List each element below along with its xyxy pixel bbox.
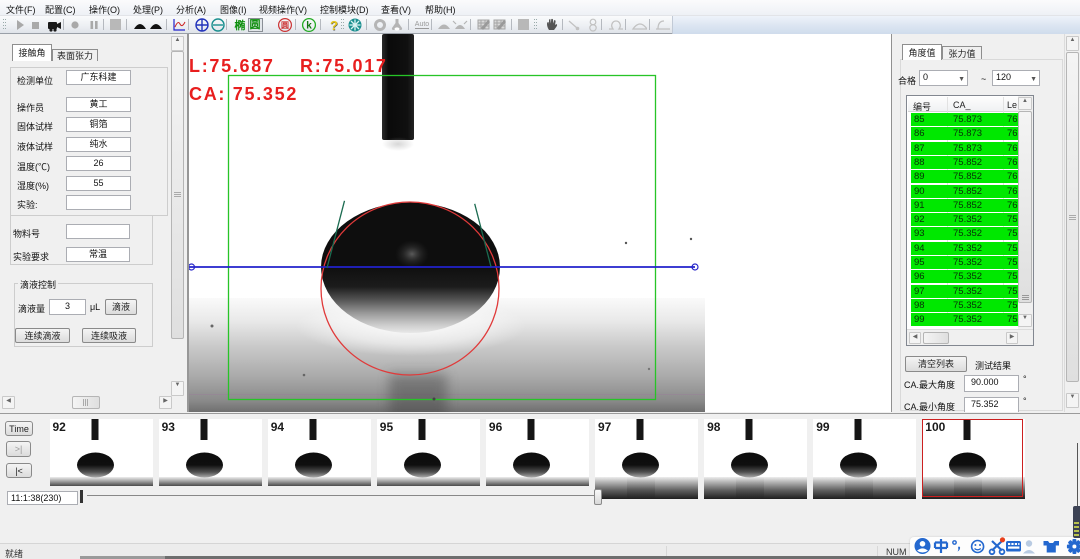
svg-text:CA: 75.352: CA: 75.352 xyxy=(189,84,298,104)
svg-text:R:75.017: R:75.017 xyxy=(300,56,388,76)
svg-text:L:75.687: L:75.687 xyxy=(189,56,275,76)
svg-text:k: k xyxy=(306,21,312,32)
svg-text:圆: 圆 xyxy=(281,21,289,30)
